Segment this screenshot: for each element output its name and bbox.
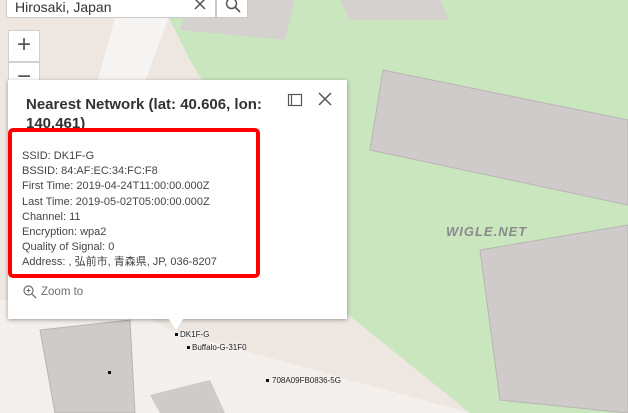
close-button[interactable] bbox=[316, 90, 334, 108]
building bbox=[39, 319, 136, 413]
search-icon bbox=[225, 0, 241, 13]
search-input[interactable]: Hirosaki, Japan bbox=[6, 0, 216, 18]
popup-panel: Nearest Network (lat: 40.606, lon: 140.4… bbox=[8, 80, 347, 319]
network-marker[interactable] bbox=[187, 346, 190, 349]
dock-button[interactable] bbox=[287, 92, 303, 108]
dock-icon bbox=[287, 93, 303, 107]
building bbox=[340, 0, 450, 20]
network-marker[interactable] bbox=[266, 379, 269, 382]
network-marker[interactable] bbox=[108, 371, 111, 374]
network-label[interactable]: DK1F-G bbox=[180, 330, 209, 339]
zoom-to-label: Zoom to bbox=[41, 286, 84, 299]
close-icon bbox=[318, 92, 332, 106]
clear-search-icon[interactable] bbox=[190, 0, 210, 16]
zoom-to-icon bbox=[23, 285, 37, 299]
watermark: WIGLE.NET bbox=[446, 224, 528, 239]
search-button[interactable] bbox=[216, 0, 248, 18]
network-label[interactable]: Buffalo-G-31F0 bbox=[192, 343, 247, 352]
network-marker[interactable] bbox=[175, 333, 178, 336]
zoom-in-button[interactable]: + bbox=[8, 30, 40, 62]
zoom-to-link[interactable]: Zoom to bbox=[23, 285, 83, 299]
building bbox=[479, 224, 628, 413]
network-label[interactable]: 708A09FB0836-5G bbox=[272, 376, 341, 385]
popup-pointer bbox=[168, 318, 184, 330]
highlight-box bbox=[8, 128, 260, 278]
